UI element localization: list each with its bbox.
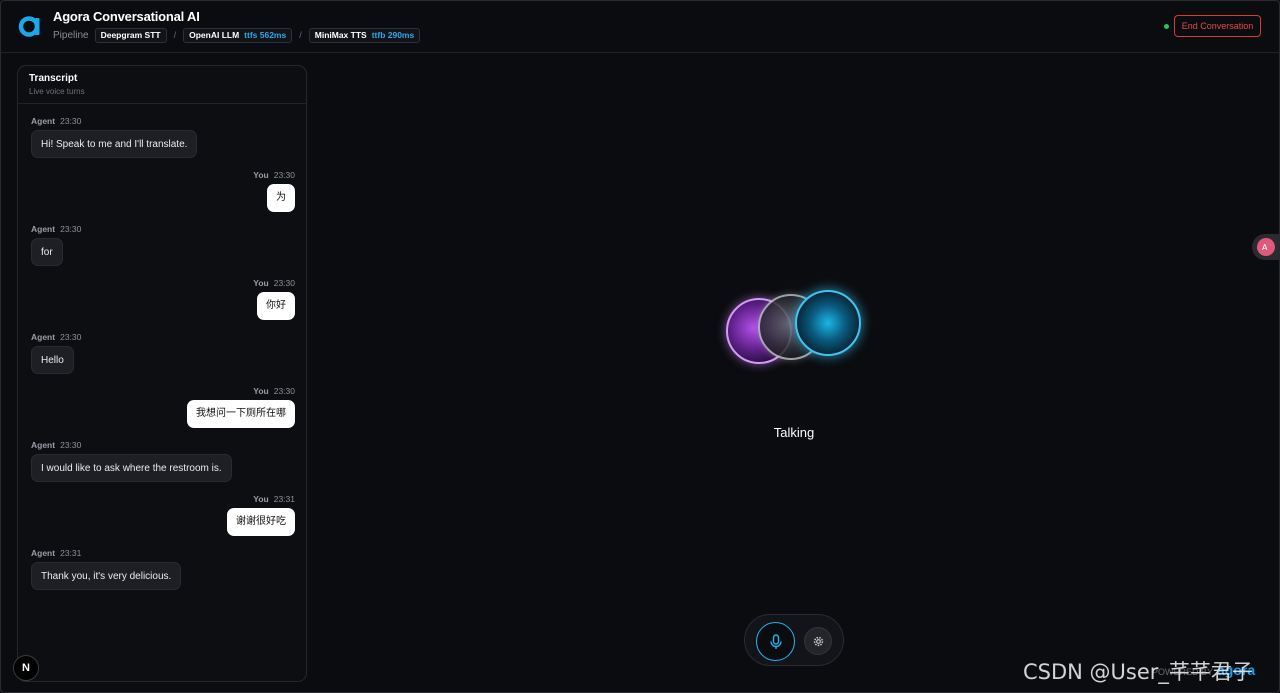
nextjs-badge-icon[interactable]: N bbox=[13, 655, 39, 681]
tts-name: MiniMax TTS bbox=[314, 30, 367, 40]
transcript-header: Transcript Live voice turns bbox=[18, 66, 306, 104]
tts-chip: MiniMax TTS ttfb 290ms bbox=[308, 27, 421, 43]
message-bubble: 我想问一下厕所在哪 bbox=[187, 400, 295, 428]
message-author: You bbox=[253, 386, 269, 396]
message-item: You 23:30 为 bbox=[253, 170, 295, 212]
message-item: Agent 23:30 I would like to ask where the… bbox=[31, 440, 232, 482]
message-item: Agent 23:30 for bbox=[31, 224, 81, 266]
message-time: 23:30 bbox=[60, 440, 82, 450]
stt-name: Deepgram STT bbox=[100, 30, 161, 40]
message-bubble: 为 bbox=[267, 184, 295, 212]
message-bubble: for bbox=[31, 238, 63, 266]
message-bubble: I would like to ask where the restroom i… bbox=[31, 454, 232, 482]
pipeline-row: Pipeline Deepgram STT / OpenAI LLM ttfs … bbox=[53, 27, 421, 43]
csdn-watermark: CSDN @User_芊芊君子 bbox=[1023, 660, 1253, 684]
pipeline-label: Pipeline bbox=[53, 29, 89, 41]
pipeline-separator: / bbox=[173, 30, 177, 40]
message-item: You 23:30 我想问一下厕所在哪 bbox=[187, 386, 295, 428]
message-bubble: 谢谢很好吃 bbox=[227, 508, 295, 536]
call-controls bbox=[744, 614, 844, 666]
voice-orb-cyan bbox=[795, 290, 861, 356]
nextjs-badge-letter: N bbox=[22, 662, 30, 674]
message-time: 23:30 bbox=[273, 386, 295, 396]
message-item: You 23:31 谢谢很好吃 bbox=[227, 494, 295, 536]
app-title: Agora Conversational AI bbox=[53, 9, 200, 24]
agora-logo-icon bbox=[18, 16, 40, 37]
message-time: 23:31 bbox=[273, 494, 295, 504]
message-time: 23:30 bbox=[60, 224, 82, 234]
message-author: Agent bbox=[31, 548, 56, 558]
message-author: Agent bbox=[31, 116, 56, 126]
stt-chip: Deepgram STT bbox=[94, 27, 167, 43]
message-time: 23:30 bbox=[60, 332, 82, 342]
end-conversation-button[interactable]: End Conversation bbox=[1174, 15, 1261, 37]
message-item: You 23:30 你好 bbox=[253, 278, 295, 320]
message-time: 23:31 bbox=[60, 548, 82, 558]
message-author: You bbox=[253, 170, 269, 180]
transcript-subtitle: Live voice turns bbox=[29, 87, 85, 96]
tts-latency: ttfb 290ms bbox=[371, 30, 415, 40]
message-author: Agent bbox=[31, 224, 56, 234]
llm-latency: ttfs 562ms bbox=[244, 30, 287, 40]
message-author: Agent bbox=[31, 440, 56, 450]
llm-name: OpenAI LLM bbox=[189, 30, 240, 40]
message-item: Agent 23:30 Hi! Speak to me and I'll tran… bbox=[31, 116, 198, 158]
microphone-icon bbox=[769, 633, 782, 649]
message-bubble: 你好 bbox=[257, 292, 295, 320]
message-bubble: Thank you, it's very delicious. bbox=[31, 562, 182, 590]
message-time: 23:30 bbox=[60, 116, 82, 126]
message-author: You bbox=[253, 494, 269, 504]
llm-chip: OpenAI LLM ttfs 562ms bbox=[183, 27, 293, 43]
agent-status-label: Talking bbox=[773, 425, 815, 440]
pipeline-separator: / bbox=[299, 30, 302, 40]
message-time: 23:30 bbox=[273, 278, 295, 288]
message-item: Agent 23:31 Thank you, it's very deliciou… bbox=[31, 548, 182, 590]
translate-extension-button[interactable]: A bbox=[1252, 234, 1280, 260]
svg-text:A: A bbox=[1262, 243, 1268, 252]
message-author: You bbox=[253, 278, 269, 288]
transcript-title: Transcript bbox=[29, 73, 78, 84]
message-bubble: Hello bbox=[31, 346, 74, 374]
gear-icon bbox=[813, 636, 823, 646]
top-bar: Agora Conversational AI Pipeline Deepgra… bbox=[0, 0, 1280, 53]
transcript-panel: Transcript Live voice turns Agent 23:30 H… bbox=[17, 65, 307, 682]
message-time: 23:30 bbox=[273, 170, 295, 180]
settings-button[interactable] bbox=[804, 627, 832, 655]
message-bubble: Hi! Speak to me and I'll translate. bbox=[31, 130, 198, 158]
message-item: Agent 23:30 Hello bbox=[31, 332, 81, 374]
message-author: Agent bbox=[31, 332, 56, 342]
translate-icon: A bbox=[1257, 238, 1275, 256]
connection-status-dot bbox=[1164, 24, 1169, 29]
microphone-button[interactable] bbox=[756, 622, 795, 661]
